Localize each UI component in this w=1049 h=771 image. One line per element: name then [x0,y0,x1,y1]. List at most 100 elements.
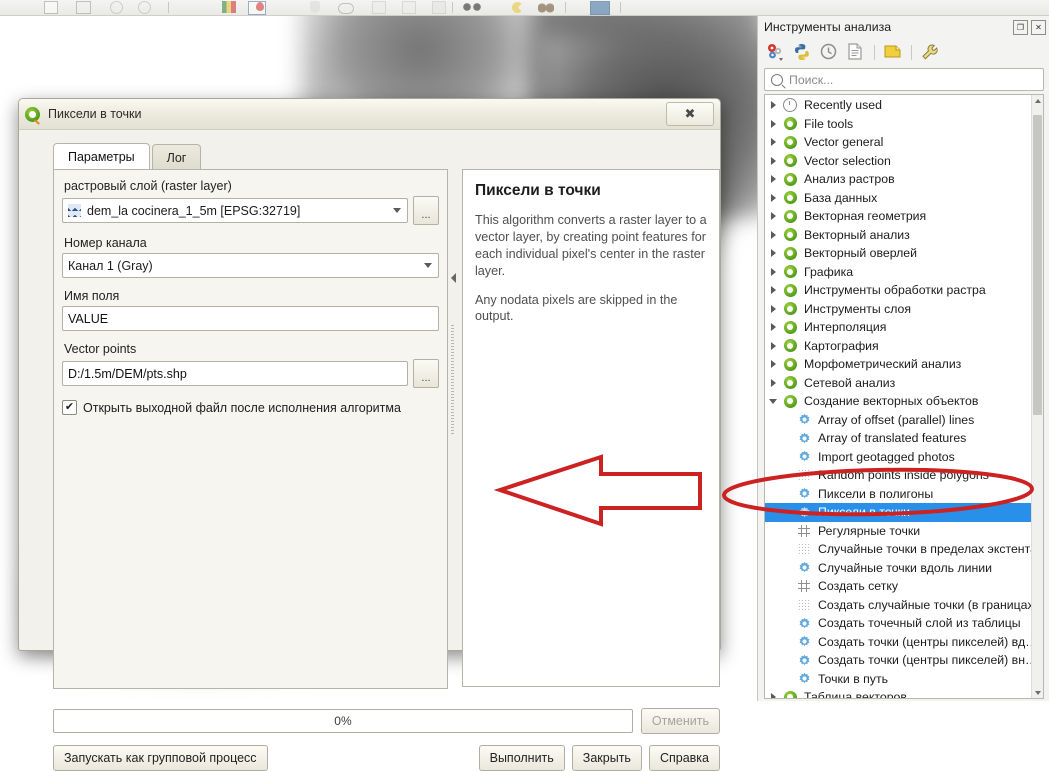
tree-algorithm-row[interactable]: Array of translated features [765,429,1043,448]
note-icon[interactable] [884,43,902,61]
tree-group-row[interactable]: Графика [765,263,1043,282]
chevron-right-icon[interactable] [765,305,781,313]
chevron-right-icon[interactable] [765,693,781,699]
tree-algorithm-row[interactable]: Создать точечный слой из таблицы [765,614,1043,633]
chevron-right-icon[interactable] [765,360,781,368]
chevron-right-icon[interactable] [765,323,781,331]
chevron-right-icon[interactable] [765,138,781,146]
tree-group-row[interactable]: Таблица векторов [765,688,1043,699]
close-button[interactable]: Закрыть [572,745,642,771]
close-icon[interactable]: ✖ [666,102,714,126]
tree-algorithm-row[interactable]: Random points inside polygons [765,466,1043,485]
tree-algorithm-row[interactable]: Случайные точки вдоль линии [765,559,1043,578]
field-name-input[interactable]: VALUE [62,306,439,331]
tree-scrollbar[interactable] [1031,95,1043,698]
log-icon[interactable] [847,43,865,61]
vector-points-browse-button[interactable]: ... [413,359,439,388]
toolbar-icon-generic[interactable] [432,1,446,14]
chevron-right-icon[interactable] [765,286,781,294]
run-as-batch-button[interactable]: Запускать как групповой процесс [53,745,268,771]
search-input[interactable]: Поиск... [764,68,1044,91]
tree-algorithm-row[interactable]: Регулярные точки [765,522,1043,541]
toolbar-icon-binoculars[interactable] [463,3,481,11]
tree-group-row[interactable]: Инструменты обработки растра [765,281,1043,300]
dialog-titlebar[interactable]: Пиксели в точки ✖ [19,99,720,130]
models-icon[interactable] [766,43,784,61]
chevron-down-icon[interactable] [765,399,781,404]
collapse-left-arrow-icon[interactable] [451,273,456,283]
pane-splitter[interactable] [448,265,459,483]
chevron-right-icon[interactable] [765,231,781,239]
chevron-right-icon[interactable] [765,194,781,202]
toolbar-icon-pac[interactable] [512,2,523,13]
toolbar-icon-generic[interactable] [110,1,123,14]
chevron-right-icon[interactable] [765,157,781,165]
toolbar-icon-generic[interactable] [372,1,386,14]
open-output-checkbox[interactable]: ✔ [62,400,77,415]
tree-group-row[interactable]: Инструменты слоя [765,300,1043,319]
chevron-right-icon[interactable] [765,268,781,276]
tree-algorithm-row[interactable]: Пиксели в точки [765,503,1043,522]
undock-icon[interactable]: ❐ [1013,20,1028,35]
toolbar-icon-boots[interactable] [538,2,554,13]
tree-group-row[interactable]: Морфометрический анализ [765,355,1043,374]
tree-algorithm-row[interactable]: Пиксели в полигоны [765,485,1043,504]
toolbar-icon-shield[interactable] [310,1,320,13]
tree-group-row[interactable]: Recently used [765,96,1043,115]
toolbar-icon-legend[interactable] [222,1,236,13]
chevron-right-icon[interactable] [765,212,781,220]
tree-group-row[interactable]: Интерполяция [765,318,1043,337]
tree-algorithm-row[interactable]: Создать точки (центры пикселей) вд… [765,633,1043,652]
toolbar-icon-marker[interactable] [256,2,264,11]
scrollbar-thumb[interactable] [1033,115,1042,415]
toolbar-icon-generic[interactable] [138,1,151,14]
chevron-right-icon[interactable] [765,101,781,109]
vector-points-input[interactable]: D:/1.5m/DEM/pts.shp [62,361,408,386]
tree-group-row[interactable]: Сетевой анализ [765,374,1043,393]
tree-group-row[interactable]: Векторный анализ [765,226,1043,245]
tree-algorithm-row[interactable]: Случайные точки в пределах экстента [765,540,1043,559]
chevron-right-icon[interactable] [765,249,781,257]
raster-layer-browse-button[interactable]: ... [413,196,439,225]
scroll-down-arrow-icon[interactable] [1033,687,1042,698]
python-icon[interactable] [793,43,811,61]
options-wrench-icon[interactable] [921,43,939,61]
toolbar-icon-window[interactable] [590,1,610,15]
tab-log[interactable]: Лог [152,144,202,170]
tree-algorithm-row[interactable]: Import geotagged photos [765,448,1043,467]
tree-group-row[interactable]: File tools [765,115,1043,134]
toolbar-icon-generic[interactable] [402,1,416,14]
scroll-up-arrow-icon[interactable] [1033,95,1042,106]
open-output-row[interactable]: ✔ Открыть выходной файл после исполнения… [62,400,439,415]
chevron-right-icon[interactable] [765,342,781,350]
tree-group-row[interactable]: Vector selection [765,152,1043,171]
chevron-right-icon[interactable] [765,379,781,387]
tree-group-row[interactable]: Анализ растров [765,170,1043,189]
tree-algorithm-row[interactable]: Создать случайные точки (в границах… [765,596,1043,615]
help-button[interactable]: Справка [649,745,720,771]
tree-group-row[interactable]: Создание векторных объектов [765,392,1043,411]
splitter-grip[interactable] [451,325,454,435]
tree-group-row[interactable]: База данных [765,189,1043,208]
chevron-right-icon[interactable] [765,175,781,183]
history-icon[interactable] [820,43,838,61]
toolbar-icon-generic[interactable] [44,1,58,14]
close-panel-icon[interactable]: ✕ [1031,20,1046,35]
tree-algorithm-row[interactable]: Создать сетку [765,577,1043,596]
toolbar-icon-generic[interactable] [76,1,91,14]
tree-algorithm-row[interactable]: Array of offset (parallel) lines [765,411,1043,430]
tree-group-row[interactable]: Картография [765,337,1043,356]
cancel-button[interactable]: Отменить [641,708,720,734]
tree-group-row[interactable]: Векторная геометрия [765,207,1043,226]
run-button[interactable]: Выполнить [479,745,565,771]
tree-algorithm-row[interactable]: Точки в путь [765,670,1043,689]
chevron-right-icon[interactable] [765,120,781,128]
band-combo[interactable]: Канал 1 (Gray) [62,253,439,278]
tab-parameters[interactable]: Параметры [53,143,150,170]
toolbar-icon-eye[interactable] [338,3,354,14]
tree-group-row[interactable]: Векторный оверлей [765,244,1043,263]
tree-group-row[interactable]: Vector general [765,133,1043,152]
raster-layer-combo[interactable]: dem_la cocinera_1_5m [EPSG:32719] [62,198,408,223]
algorithm-tree[interactable]: Recently usedFile toolsVector generalVec… [764,94,1044,699]
tree-algorithm-row[interactable]: Создать точки (центры пикселей) вн… [765,651,1043,670]
